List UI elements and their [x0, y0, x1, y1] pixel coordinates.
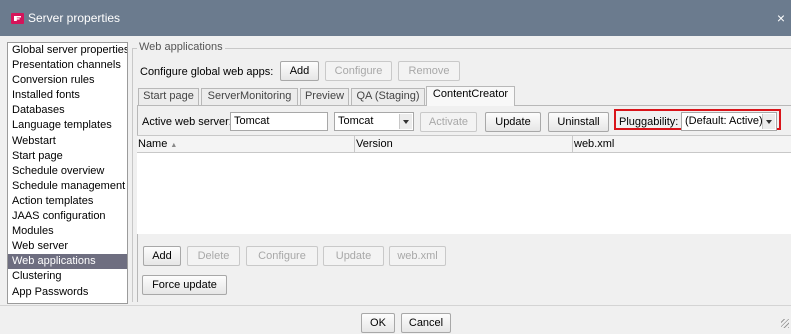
- active-web-server-field[interactable]: Tomcat: [230, 112, 328, 131]
- nav-item-schedule-overview[interactable]: Schedule overview: [8, 164, 127, 179]
- web-server-select[interactable]: Tomcat: [334, 112, 414, 131]
- nav-item-installed-fonts[interactable]: Installed fonts: [8, 88, 127, 103]
- tab-servermonitoring[interactable]: ServerMonitoring: [201, 88, 298, 105]
- active-web-server-label: Active web server:: [142, 116, 232, 128]
- column-header-name[interactable]: Name ▲: [137, 136, 355, 152]
- nav-item-web-applications[interactable]: Web applications: [8, 254, 127, 270]
- force-update-button[interactable]: Force update: [142, 275, 227, 295]
- close-icon[interactable]: ×: [773, 10, 789, 26]
- global-add-button[interactable]: Add: [280, 61, 319, 81]
- nav-item-action-templates[interactable]: Action templates: [8, 194, 127, 209]
- activate-button[interactable]: Activate: [420, 112, 477, 132]
- title-bar[interactable]: Server properties ×: [0, 0, 791, 36]
- ok-button[interactable]: OK: [361, 313, 395, 333]
- configure-button[interactable]: Configure: [246, 246, 318, 266]
- uninstall-button[interactable]: Uninstall: [548, 112, 609, 132]
- nav-item-schedule-management[interactable]: Schedule management: [8, 179, 127, 194]
- pluggability-label: Pluggability:: [619, 116, 679, 128]
- column-name-label: Name: [138, 138, 168, 150]
- nav-item-global-server-properties[interactable]: Global server properties: [8, 43, 127, 58]
- web-app-table[interactable]: Name ▲ Version web.xml: [137, 135, 791, 234]
- nav-item-language-templates[interactable]: Language templates: [8, 118, 127, 133]
- tab-preview[interactable]: Preview: [300, 88, 349, 105]
- resize-grip-icon[interactable]: [781, 319, 789, 328]
- pluggability-select-value: (Default: Active): [685, 115, 763, 127]
- nav-item-conversion-rules[interactable]: Conversion rules: [8, 73, 127, 88]
- global-remove-button[interactable]: Remove: [398, 61, 460, 81]
- nav-item-start-page[interactable]: Start page: [8, 149, 127, 164]
- app-logo-icon: [11, 13, 24, 24]
- nav-item-modules[interactable]: Modules: [8, 224, 127, 239]
- update-server-button[interactable]: Update: [485, 112, 541, 132]
- group-title: Web applications: [137, 41, 225, 53]
- nav-item-databases[interactable]: Databases: [8, 103, 127, 118]
- global-configure-button[interactable]: Configure: [325, 61, 392, 81]
- nav-item-web-server[interactable]: Web server: [8, 239, 127, 254]
- tab-contentcreator[interactable]: ContentCreator: [426, 86, 515, 106]
- window-title: Server properties: [28, 11, 121, 25]
- chevron-down-icon[interactable]: [399, 114, 412, 129]
- settings-nav-list[interactable]: Global server properties Presentation ch…: [7, 42, 128, 304]
- nav-item-jaas-configuration[interactable]: JAAS configuration: [8, 209, 127, 224]
- dialog-footer: OK Cancel: [0, 305, 791, 334]
- nav-item-clustering[interactable]: Clustering: [8, 269, 127, 284]
- configure-global-label: Configure global web apps:: [140, 66, 274, 78]
- pluggability-select[interactable]: (Default: Active): [681, 112, 777, 131]
- server-properties-dialog: Server properties × Global server proper…: [0, 0, 791, 334]
- add-button[interactable]: Add: [143, 246, 181, 266]
- delete-button[interactable]: Delete: [187, 246, 240, 266]
- web-server-select-value: Tomcat: [338, 115, 374, 127]
- column-header-webxml[interactable]: web.xml: [573, 136, 791, 152]
- column-header-version[interactable]: Version: [355, 136, 573, 152]
- webxml-button[interactable]: web.xml: [389, 246, 446, 266]
- update-button[interactable]: Update: [323, 246, 384, 266]
- cancel-button[interactable]: Cancel: [401, 313, 451, 333]
- sort-indicator-icon: ▲: [170, 142, 178, 149]
- nav-item-webstart[interactable]: Webstart: [8, 134, 127, 149]
- nav-item-presentation-channels[interactable]: Presentation channels: [8, 58, 127, 73]
- tab-qa-staging[interactable]: QA (Staging): [351, 88, 425, 105]
- nav-item-app-passwords[interactable]: App Passwords: [8, 285, 127, 300]
- tab-start-page[interactable]: Start page: [138, 88, 199, 105]
- table-header: Name ▲ Version web.xml: [137, 136, 791, 153]
- chevron-down-icon[interactable]: [762, 114, 775, 129]
